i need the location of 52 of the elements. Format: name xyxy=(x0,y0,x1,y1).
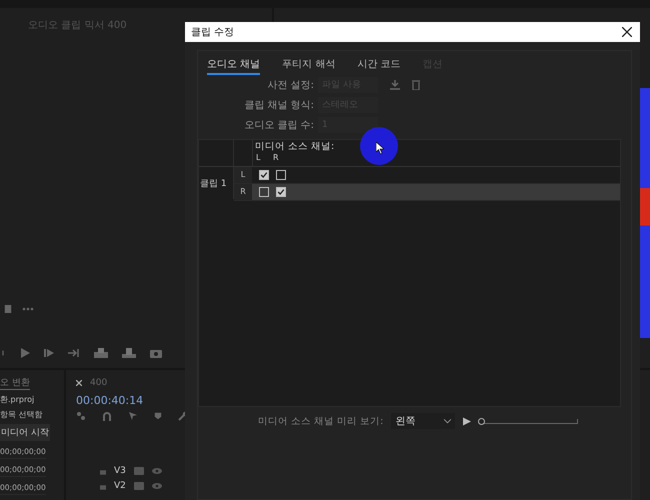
track-label: V3 xyxy=(114,466,126,476)
trash-icon[interactable] xyxy=(412,80,420,90)
preview-slider[interactable] xyxy=(479,418,578,424)
checkbox[interactable] xyxy=(276,170,286,180)
timecode-display[interactable]: 00:00:40:14 xyxy=(76,394,144,407)
step-forward-icon[interactable] xyxy=(44,348,54,358)
selection-status: 항목 선택함 xyxy=(0,409,43,420)
track-label: V2 xyxy=(114,481,126,491)
chevron-down-icon xyxy=(444,418,452,424)
preview-label: 미디어 소스 채널 미리 보기: xyxy=(258,414,384,428)
column-header: R xyxy=(273,153,280,162)
more-icon[interactable] xyxy=(22,307,34,311)
column-header: 미디어 소스 채널: xyxy=(255,140,334,153)
download-icon[interactable] xyxy=(390,80,400,90)
pointer-icon[interactable] xyxy=(128,411,138,421)
table-row[interactable]: R xyxy=(234,184,620,201)
play-icon[interactable] xyxy=(463,416,472,426)
channel-label: L xyxy=(234,167,252,183)
channel-dropdown[interactable]: 왼쪽 xyxy=(391,413,456,429)
panel-tab[interactable]: 오 변환 xyxy=(0,376,30,390)
checkbox[interactable] xyxy=(259,170,269,180)
slider-thumb[interactable] xyxy=(478,418,486,424)
field-label: 오디오 클립 수: xyxy=(243,119,315,132)
column-header[interactable]: 미디어 시작 xyxy=(0,424,50,441)
channel-label: R xyxy=(234,184,252,200)
marker-icon[interactable] xyxy=(154,411,162,421)
close-icon[interactable] xyxy=(622,27,632,37)
dialog-title: 클립 수정 xyxy=(191,26,234,39)
nest-icon[interactable] xyxy=(76,411,86,421)
go-to-out-icon[interactable] xyxy=(68,348,80,358)
eye-icon[interactable] xyxy=(152,483,162,489)
eye-icon[interactable] xyxy=(152,468,162,474)
checkbox[interactable] xyxy=(276,187,286,197)
tab[interactable]: 오디오 채널 xyxy=(207,57,260,75)
project-file-name: 환.prproj xyxy=(0,394,34,405)
film-icon[interactable] xyxy=(134,482,144,490)
row-header: 클립 1 xyxy=(200,178,227,190)
mouse-pointer-icon xyxy=(376,142,384,154)
step-back-icon[interactable] xyxy=(0,348,6,358)
list-icon[interactable] xyxy=(4,304,12,314)
camera-icon[interactable] xyxy=(150,348,162,358)
close-icon[interactable] xyxy=(76,380,82,386)
insert-icon[interactable] xyxy=(94,348,108,358)
overwrite-icon[interactable] xyxy=(122,348,136,358)
magnet-icon[interactable] xyxy=(102,411,112,421)
film-icon[interactable] xyxy=(134,467,144,475)
field-label: 클립 채널 형식: xyxy=(243,99,315,112)
field-label: 사전 설정: xyxy=(266,79,315,92)
tab[interactable]: 시간 코드 xyxy=(357,57,401,75)
tab[interactable]: 푸티지 해석 xyxy=(282,57,336,75)
checkbox[interactable] xyxy=(259,187,269,197)
column-header: L xyxy=(256,153,262,162)
